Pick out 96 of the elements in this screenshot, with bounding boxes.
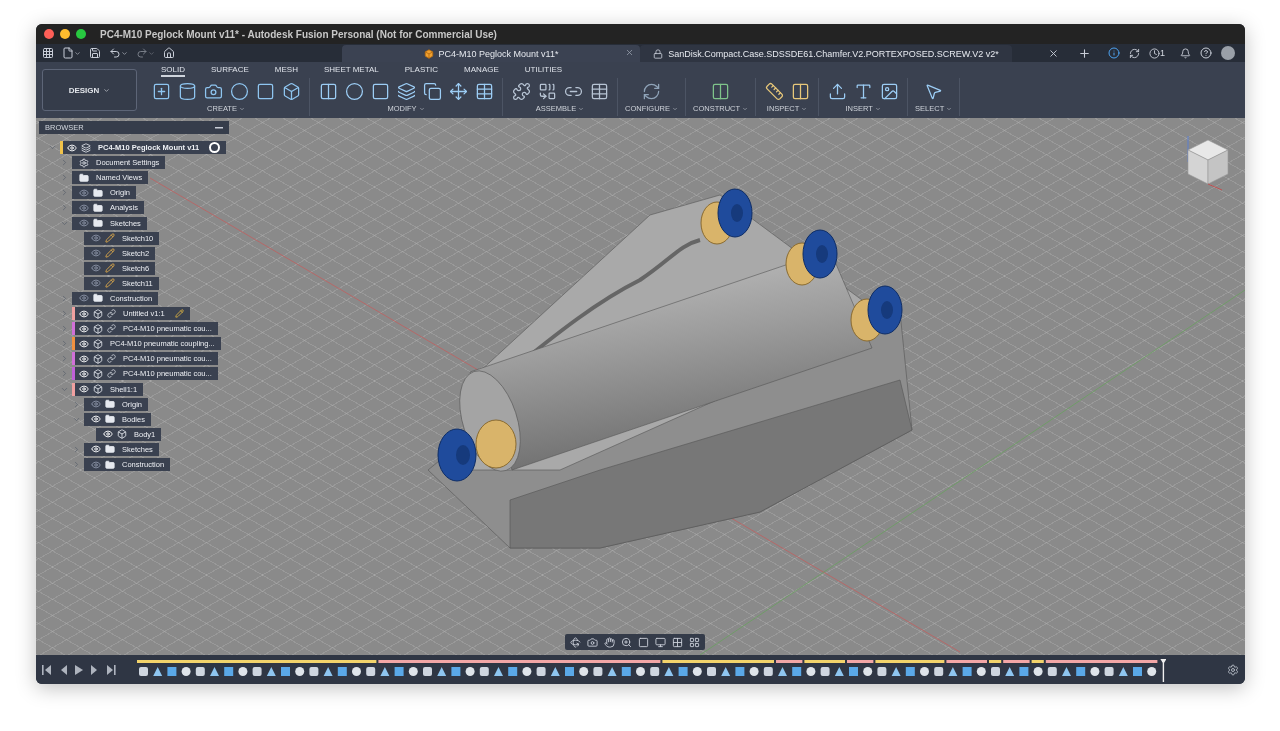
body-icon [117, 429, 127, 440]
ribbon-tab[interactable]: SURFACE [211, 65, 249, 77]
job-count: 1 [1160, 48, 1165, 58]
folder-icon [105, 459, 115, 470]
caret-icon [238, 105, 245, 112]
sketch-icon [105, 248, 115, 259]
viewport[interactable] [36, 118, 1245, 655]
body-icon [93, 308, 103, 319]
ribbon-tab[interactable]: SHEET METAL [323, 65, 379, 77]
help-icon[interactable] [1200, 46, 1212, 60]
nav-tool-icon[interactable] [621, 635, 632, 649]
caret-icon [874, 105, 881, 112]
nav-tool-icon[interactable] [587, 635, 598, 649]
caret-icon [672, 105, 678, 112]
eye-icon[interactable] [79, 338, 89, 349]
eye-icon[interactable] [67, 142, 77, 153]
caret-icon [103, 86, 111, 94]
part-icon [423, 48, 434, 59]
home-icon[interactable] [163, 46, 175, 60]
eye-icon[interactable] [103, 429, 113, 440]
notifications-icon[interactable] [1180, 46, 1191, 60]
new-tab-icon[interactable] [1078, 46, 1091, 60]
eye-icon[interactable] [91, 414, 101, 425]
tab-title: PC4-M10 Peglock Mount v11* [438, 48, 559, 59]
apps-grid-icon[interactable] [42, 46, 54, 60]
nav-tool-icon[interactable] [689, 635, 700, 649]
tool-icon[interactable] [228, 80, 250, 102]
tool-icon[interactable] [510, 80, 532, 102]
nav-tool-icon[interactable] [604, 635, 615, 649]
activate-radio[interactable] [209, 142, 221, 154]
component-icon [81, 142, 91, 153]
caret-icon [946, 105, 953, 112]
caret-icon [418, 105, 425, 112]
nav-tool-icon[interactable] [655, 635, 666, 649]
info-icon[interactable] [1108, 46, 1120, 60]
folder-icon [93, 293, 103, 304]
folder-icon [93, 187, 103, 198]
ribbon-tab[interactable]: SOLID [161, 65, 185, 77]
ribbon-tab[interactable]: MANAGE [464, 65, 499, 77]
sketch-icon [105, 278, 115, 289]
ribbon-tab[interactable]: PLASTIC [404, 65, 439, 77]
tool-icon[interactable] [343, 80, 365, 102]
maximize-button[interactable] [76, 29, 86, 39]
tab-title: SanDisk.Compact.Case.SDSSDE61.Chamfer.V2.PORTEXPOSED.SCREW.V2 v2* [668, 48, 999, 59]
tool-icon[interactable] [395, 80, 417, 102]
folder-icon [93, 218, 103, 228]
body-icon [93, 368, 103, 379]
file-menu-icon[interactable] [62, 46, 81, 60]
folder-icon [93, 202, 103, 213]
settings-icon [79, 157, 89, 168]
minimize-button[interactable] [60, 29, 70, 39]
first-step-icon[interactable] [42, 664, 52, 675]
save-icon[interactable] [89, 46, 101, 60]
caret-icon [742, 105, 749, 112]
folder-icon [105, 444, 115, 455]
eye-icon[interactable] [79, 368, 89, 379]
workspace-button[interactable]: DESIGN [42, 69, 137, 111]
folder-icon [105, 399, 115, 410]
document-tab[interactable]: PC4-M10 Peglock Mount v11* [342, 45, 640, 62]
tool-icon[interactable] [421, 80, 443, 102]
refresh-icon[interactable] [1129, 46, 1140, 60]
close-button[interactable] [44, 29, 54, 39]
nav-tool-icon[interactable] [570, 635, 581, 649]
timeline-drawing[interactable] [136, 657, 1166, 682]
folder-icon [79, 172, 89, 183]
folder-icon [105, 414, 115, 425]
tool-icon[interactable] [447, 80, 469, 102]
window-title: PC4-M10 Peglock Mount v11* - Autodesk Fusion Personal (Not for Commercial Use) [100, 28, 497, 40]
eye-icon[interactable] [91, 444, 101, 455]
lock-icon [653, 48, 664, 59]
body-icon [93, 323, 103, 334]
ribbon-tab[interactable]: UTILITIES [524, 65, 563, 77]
sketch-icon [105, 233, 115, 244]
undo-icon[interactable] [109, 46, 128, 60]
body-icon [93, 353, 103, 364]
avatar[interactable] [1221, 46, 1235, 60]
nav-tool-icon[interactable] [672, 635, 683, 649]
sketch-icon [105, 263, 115, 274]
view-cube-icon[interactable] [1187, 135, 1229, 191]
document-tab[interactable]: SanDisk.Compact.Case.SDSSDE61.Chamfer.V2.PORTEXPOSED.SCREW.V2 v2* [640, 45, 1012, 62]
last-step-icon[interactable] [106, 664, 116, 675]
redo-icon[interactable] [136, 46, 155, 60]
settings-icon[interactable] [1227, 663, 1239, 676]
eye-icon[interactable] [79, 323, 89, 334]
caret-icon [801, 105, 808, 112]
ribbon-tab[interactable]: MESH [274, 65, 298, 77]
eye-icon[interactable] [79, 353, 89, 364]
tool-icon[interactable] [763, 80, 786, 102]
eye-icon[interactable] [79, 308, 89, 319]
model-drawing[interactable] [427, 188, 913, 549]
body-icon [93, 338, 103, 349]
nav-tool-icon[interactable] [638, 635, 649, 649]
caret-icon [578, 105, 585, 112]
play-icon[interactable] [74, 664, 84, 675]
body-icon [93, 384, 103, 395]
eye-icon[interactable] [79, 384, 89, 395]
